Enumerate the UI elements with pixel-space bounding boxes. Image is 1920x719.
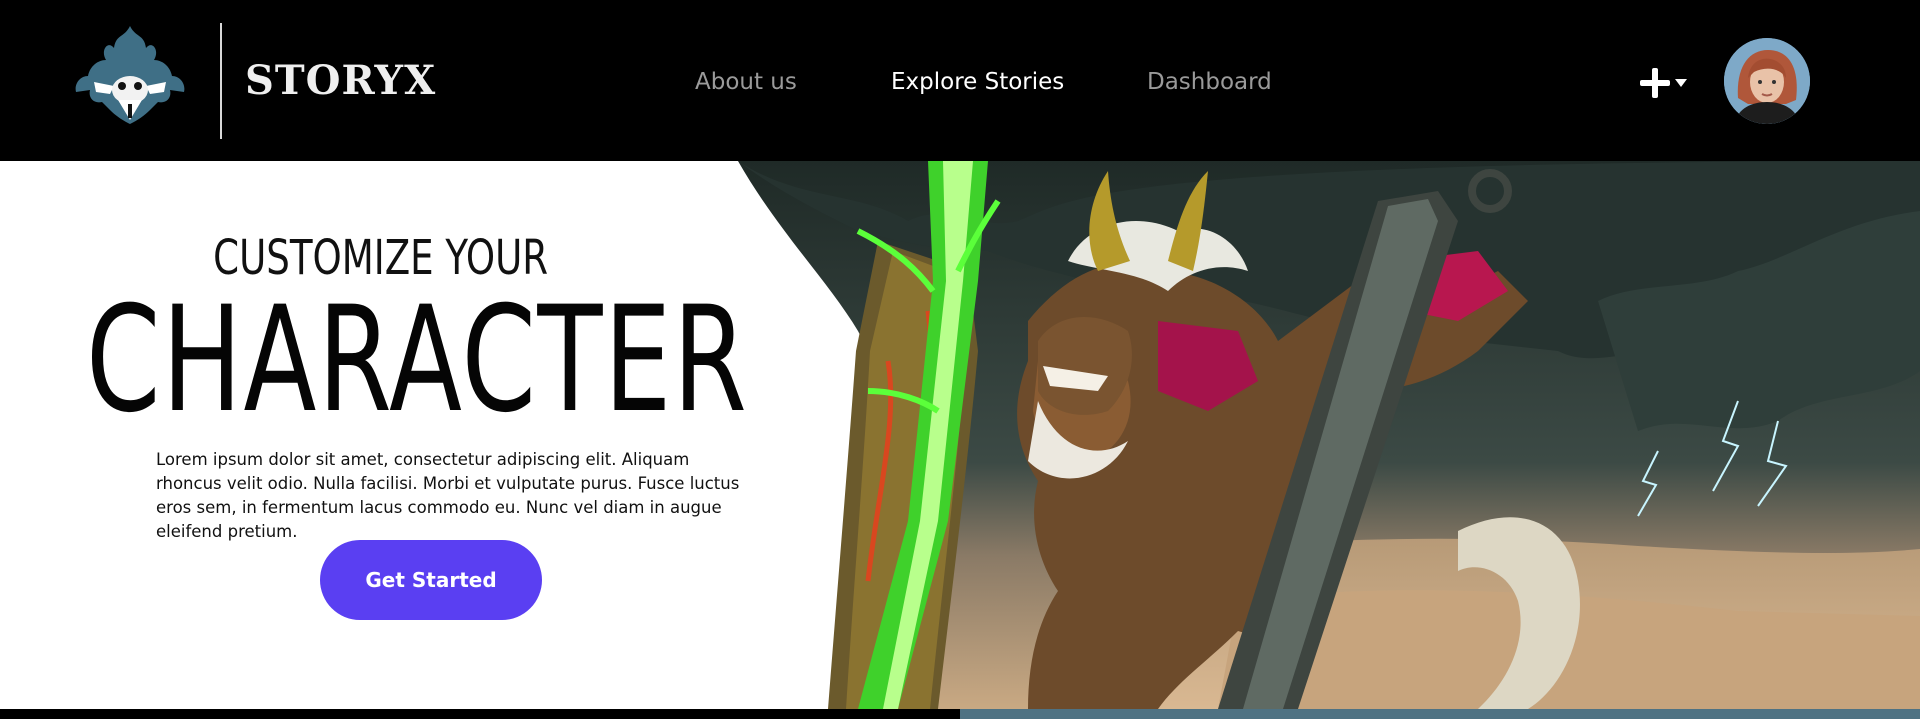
get-started-button[interactable]: Get Started xyxy=(320,540,542,620)
caret-down-icon xyxy=(1675,79,1687,87)
logo-divider xyxy=(220,23,222,139)
hero-heading: CHARACTER xyxy=(86,275,749,445)
horned-warrior-illustration-icon xyxy=(738,161,1920,709)
create-menu-button[interactable] xyxy=(1640,64,1694,102)
bottom-divider-dark xyxy=(0,709,960,719)
bottom-divider-accent xyxy=(960,709,1920,719)
top-navbar: STORYX About us Explore Stories Dashboar… xyxy=(0,0,1920,161)
horned-demon-skull-logo-icon[interactable] xyxy=(70,20,190,126)
brand-name[interactable]: STORYX xyxy=(245,56,436,106)
nav-about-us[interactable]: About us xyxy=(695,64,797,100)
hero-description: Lorem ipsum dolor sit amet, consectetur … xyxy=(156,450,740,541)
user-avatar[interactable] xyxy=(1724,38,1810,124)
nav-explore-stories[interactable]: Explore Stories xyxy=(891,64,1064,100)
plus-icon xyxy=(1640,68,1670,98)
nav-dashboard[interactable]: Dashboard xyxy=(1147,64,1272,100)
